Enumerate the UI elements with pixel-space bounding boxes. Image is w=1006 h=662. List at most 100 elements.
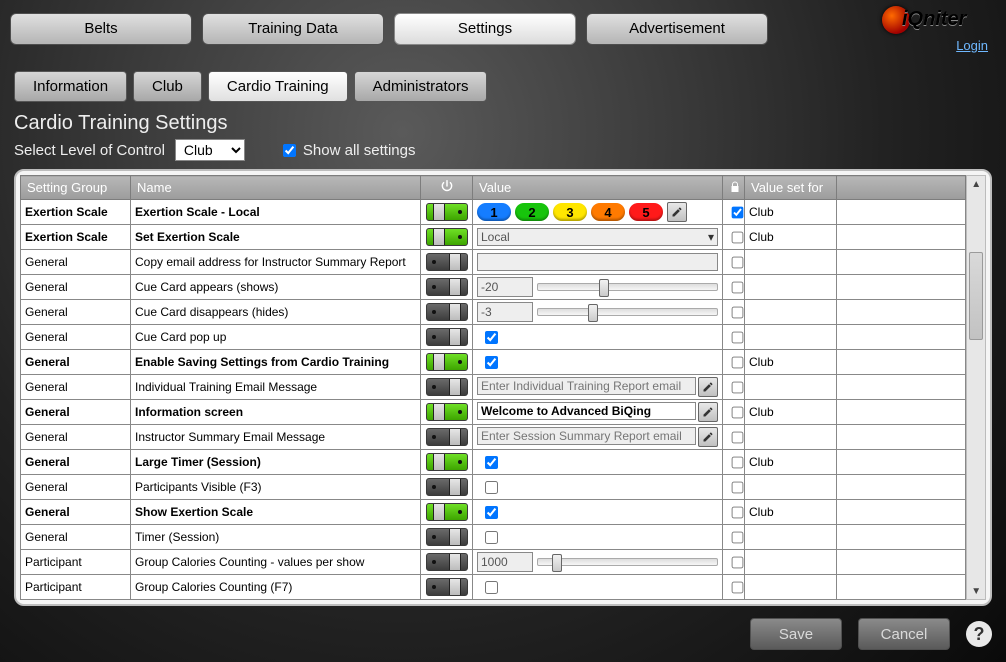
table-row: Exertion ScaleExertion Scale - Local1234… bbox=[21, 200, 966, 225]
lock-checkbox[interactable] bbox=[732, 231, 744, 243]
cancel-button[interactable]: Cancel bbox=[858, 618, 950, 650]
table-row: GeneralParticipants Visible (F3) bbox=[21, 475, 966, 500]
toggle-switch[interactable] bbox=[426, 503, 468, 521]
save-button[interactable]: Save bbox=[750, 618, 842, 650]
show-all-settings-checkbox[interactable] bbox=[283, 144, 296, 157]
value-checkbox[interactable] bbox=[485, 481, 498, 494]
value-checkbox[interactable] bbox=[485, 581, 498, 594]
cell-name: Cue Card disappears (hides) bbox=[131, 300, 421, 325]
toggle-switch[interactable] bbox=[426, 428, 468, 446]
toggle-switch[interactable] bbox=[426, 478, 468, 496]
lock-checkbox[interactable] bbox=[732, 556, 744, 568]
help-button[interactable]: ? bbox=[966, 621, 992, 647]
zone-button[interactable]: 2 bbox=[515, 203, 549, 221]
cell-setting-group: General bbox=[21, 300, 131, 325]
edit-icon[interactable] bbox=[667, 202, 687, 222]
subtab-administrators[interactable]: Administrators bbox=[354, 71, 488, 102]
cell-name: Cue Card appears (shows) bbox=[131, 275, 421, 300]
subtab-cardio-training[interactable]: Cardio Training bbox=[208, 71, 348, 102]
login-link[interactable]: Login bbox=[956, 38, 988, 53]
value-checkbox[interactable] bbox=[485, 506, 498, 519]
slider[interactable] bbox=[537, 308, 718, 316]
cell-value bbox=[473, 275, 723, 300]
toggle-switch[interactable] bbox=[426, 353, 468, 371]
lock-checkbox[interactable] bbox=[732, 456, 744, 468]
toggle-switch[interactable] bbox=[426, 578, 468, 596]
text-input[interactable] bbox=[477, 427, 696, 445]
toggle-switch[interactable] bbox=[426, 328, 468, 346]
text-input[interactable] bbox=[477, 253, 718, 271]
col-setting-group[interactable]: Setting Group bbox=[21, 176, 131, 200]
toggle-switch[interactable] bbox=[426, 528, 468, 546]
cell-lock bbox=[723, 475, 745, 500]
cell-set-for bbox=[745, 375, 837, 400]
table-row: GeneralCue Card disappears (hides) bbox=[21, 300, 966, 325]
lock-checkbox[interactable] bbox=[732, 331, 744, 343]
slider[interactable] bbox=[537, 558, 718, 566]
lock-checkbox[interactable] bbox=[732, 581, 744, 593]
vertical-scrollbar[interactable]: ▲ ▼ bbox=[966, 175, 986, 600]
lock-checkbox[interactable] bbox=[732, 506, 744, 518]
lock-checkbox[interactable] bbox=[732, 356, 744, 368]
lock-checkbox[interactable] bbox=[732, 431, 744, 443]
value-checkbox[interactable] bbox=[485, 356, 498, 369]
scroll-down-icon[interactable]: ▼ bbox=[967, 583, 985, 599]
subtab-information[interactable]: Information bbox=[14, 71, 127, 102]
zone-button[interactable]: 4 bbox=[591, 203, 625, 221]
lock-checkbox[interactable] bbox=[732, 281, 744, 293]
toggle-switch[interactable] bbox=[426, 553, 468, 571]
zone-button[interactable]: 3 bbox=[553, 203, 587, 221]
toggle-switch[interactable] bbox=[426, 228, 468, 246]
cell-lock bbox=[723, 575, 745, 600]
scrollbar-thumb[interactable] bbox=[969, 252, 983, 340]
toggle-switch[interactable] bbox=[426, 453, 468, 471]
subtab-club[interactable]: Club bbox=[133, 71, 202, 102]
col-lock[interactable] bbox=[723, 176, 745, 200]
lock-checkbox[interactable] bbox=[732, 256, 744, 268]
lock-checkbox[interactable] bbox=[732, 381, 744, 393]
toggle-switch[interactable] bbox=[426, 203, 468, 221]
lock-checkbox[interactable] bbox=[732, 206, 744, 218]
zone-button[interactable]: 5 bbox=[629, 203, 663, 221]
edit-icon[interactable] bbox=[698, 377, 718, 397]
number-input[interactable] bbox=[477, 277, 533, 297]
toggle-switch[interactable] bbox=[426, 303, 468, 321]
value-checkbox[interactable] bbox=[485, 531, 498, 544]
tab-settings[interactable]: Settings bbox=[394, 13, 576, 45]
lock-checkbox[interactable] bbox=[732, 481, 744, 493]
col-value[interactable]: Value bbox=[473, 176, 723, 200]
cell-lock bbox=[723, 450, 745, 475]
text-input[interactable] bbox=[477, 402, 696, 420]
tab-training-data[interactable]: Training Data bbox=[202, 13, 384, 45]
cell-lock bbox=[723, 275, 745, 300]
col-value-set-for[interactable]: Value set for bbox=[745, 176, 837, 200]
value-checkbox[interactable] bbox=[485, 456, 498, 469]
toggle-switch[interactable] bbox=[426, 253, 468, 271]
cell-lock bbox=[723, 200, 745, 225]
col-power[interactable] bbox=[421, 176, 473, 200]
edit-icon[interactable] bbox=[698, 402, 718, 422]
cell-extra bbox=[837, 525, 966, 550]
lock-checkbox[interactable] bbox=[732, 306, 744, 318]
cell-setting-group: General bbox=[21, 400, 131, 425]
toggle-switch[interactable] bbox=[426, 403, 468, 421]
edit-icon[interactable] bbox=[698, 427, 718, 447]
zone-button[interactable]: 1 bbox=[477, 203, 511, 221]
tab-advertisement[interactable]: Advertisement bbox=[586, 13, 768, 45]
level-of-control-select[interactable]: Club bbox=[175, 139, 245, 161]
cell-extra bbox=[837, 200, 966, 225]
dropdown[interactable] bbox=[477, 228, 718, 246]
scroll-up-icon[interactable]: ▲ bbox=[967, 176, 985, 192]
lock-checkbox[interactable] bbox=[732, 406, 744, 418]
toggle-switch[interactable] bbox=[426, 278, 468, 296]
slider[interactable] bbox=[537, 283, 718, 291]
text-input[interactable] bbox=[477, 377, 696, 395]
tab-belts[interactable]: Belts bbox=[10, 13, 192, 45]
lock-checkbox[interactable] bbox=[732, 531, 744, 543]
value-checkbox[interactable] bbox=[485, 331, 498, 344]
toggle-switch[interactable] bbox=[426, 378, 468, 396]
col-name[interactable]: Name bbox=[131, 176, 421, 200]
cell-extra bbox=[837, 300, 966, 325]
number-input[interactable] bbox=[477, 552, 533, 572]
number-input[interactable] bbox=[477, 302, 533, 322]
